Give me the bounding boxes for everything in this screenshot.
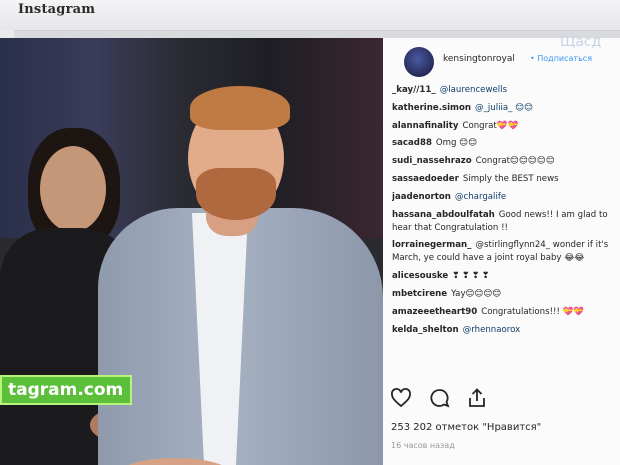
comment-text: @rhennaorox [462, 324, 521, 335]
comment-item: alicesouske ❣ ❣ ❣ ❣ [392, 270, 618, 283]
comment-text: @chargalife [454, 191, 507, 202]
avatar[interactable] [404, 47, 434, 77]
comment-item: katherine.simon @_juliia_ 😊😊 [392, 102, 618, 115]
man-hair [190, 86, 290, 130]
comment-item: kelda_shelton @rhennaorox [392, 324, 618, 337]
comment-user[interactable]: katherine.simon [392, 103, 471, 113]
share-icon[interactable] [465, 386, 489, 410]
comment-text: @_juliia_ 😊😊 [475, 102, 534, 113]
follow-button[interactable]: • Подписаться [530, 54, 592, 63]
browser-header: Instagram [0, 0, 620, 31]
comment-item: mbetcirene Yay😊😊😊😊 [392, 288, 618, 301]
post-username[interactable]: kensingtonroyal [443, 54, 515, 64]
comment-text: @laurencewells [439, 85, 508, 95]
man-beard [196, 168, 276, 220]
comment-user[interactable]: jaadenorton [392, 192, 451, 202]
watermark-label: tagram.com [0, 375, 132, 405]
comment-item: alannafinality Congrat💝💝 [392, 120, 618, 133]
comment-item: sudi_nassehrazo Congrat😊😊😊😊😊 [392, 155, 618, 168]
likes-count: 253 202 отметок "Нравится" [391, 422, 542, 433]
comment-icon[interactable] [427, 386, 451, 410]
comment-user[interactable]: alannafinality [392, 121, 458, 131]
comment-user[interactable]: sudi_nassehrazo [392, 156, 472, 166]
comment-user[interactable]: lorrainegerman_ [392, 240, 471, 250]
comment-item: hassana_abdoulfatah Good news!! I am glad… [392, 209, 618, 235]
comment-text: Congrat💝💝 [462, 120, 519, 131]
post-photo[interactable]: tagram.com [0, 38, 383, 465]
comment-user[interactable]: _kay//11_ [392, 85, 436, 95]
comment-user[interactable]: kelda_shelton [392, 325, 459, 335]
comment-text: Congrat😊😊😊😊😊 [475, 156, 555, 167]
post-time: 16 часов назад [391, 441, 455, 450]
comment-user[interactable]: amazeeetheart90 [392, 307, 477, 317]
comment-item: sacad88 Omg 😊😊 [392, 137, 618, 150]
comment-text: Simply the BEST news [462, 173, 559, 184]
ghost-text: Щасд [560, 34, 602, 50]
comment-user[interactable]: hassana_abdoulfatah [392, 210, 495, 220]
comment-item: lorrainegerman_ @stirlingflynn24_ wonder … [392, 239, 618, 265]
heart-icon[interactable] [389, 386, 413, 410]
comment-item: sassaedoeder Simply the BEST news [392, 173, 618, 186]
comment-user[interactable]: sacad88 [392, 138, 432, 148]
woman-face [40, 146, 106, 232]
comment-user[interactable]: mbetcirene [392, 289, 447, 299]
comment-text: Congratulations!!! 💝💝 [481, 306, 585, 317]
comment-text: Yay😊😊😊😊 [451, 288, 502, 299]
comment-text: Omg 😊😊 [435, 138, 478, 149]
comment-item: _kay//11_ @laurencewells [392, 84, 618, 97]
comment-user[interactable]: alicesouske [392, 271, 448, 281]
comment-user[interactable]: sassaedoeder [392, 174, 459, 184]
comment-list: _kay//11_ @laurencewells katherine.simon @… [392, 84, 618, 341]
instagram-logo[interactable]: Instagram [18, 2, 95, 17]
comment-item: amazeeetheart90 Congratulations!!! 💝💝 [392, 306, 618, 319]
comment-item: jaadenorton @chargalife [392, 191, 618, 204]
comment-text: ❣ ❣ ❣ ❣ [452, 271, 490, 282]
